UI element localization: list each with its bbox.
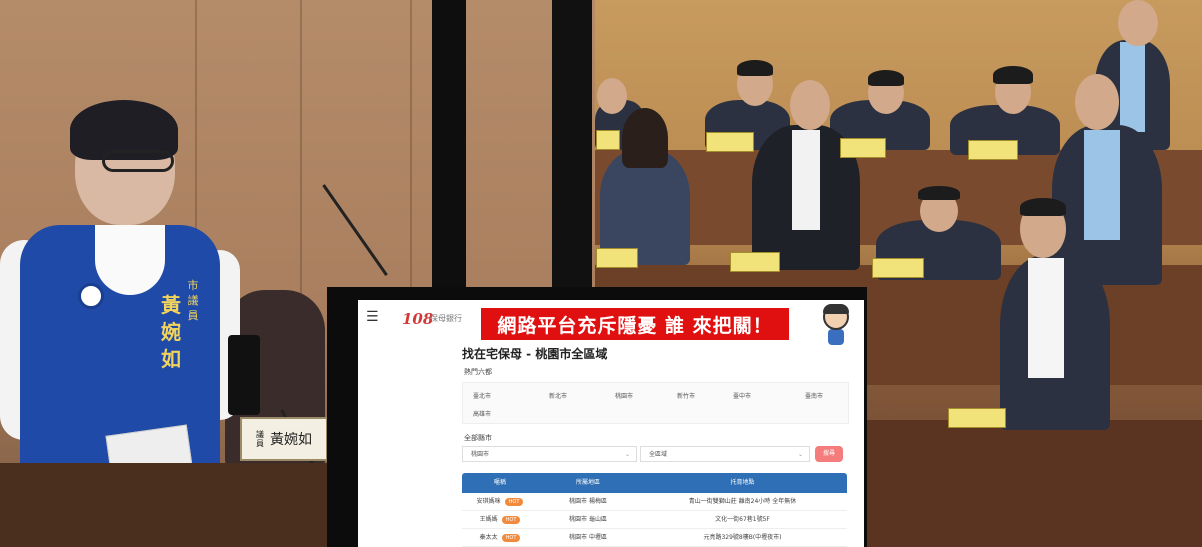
speaker-nameplate: 議員 黃婉如 [240,417,328,461]
desk-placard [730,252,780,272]
city-chip[interactable]: 臺南市 [805,391,823,400]
desk-placard [706,132,754,152]
page-title: 找在宅保母 - 桃園市全區域 [462,347,608,361]
phone-on-tripod [228,335,260,415]
vest-title-text: 市議員 [187,279,199,322]
left-desk [0,463,330,547]
hot-badge: HOT [504,497,524,506]
site-logo-subtitle: 保母銀行 [430,314,462,323]
col-header-nickname: 暱稱 [493,479,506,486]
col-header-region: 所屬地區 [575,479,600,486]
col-header-location: 托育地點 [730,479,755,486]
search-button[interactable]: 搜尋 [815,446,843,462]
camera-stand [552,0,592,290]
black-pillar [432,0,466,290]
chevron-down-icon: ⌄ [797,451,803,458]
city-chip[interactable]: 新竹市 [677,391,695,400]
nameplate-role: 議員 [256,430,264,448]
city-select-value: 桃園市 [471,451,490,458]
desk-placard [840,138,886,158]
all-cities-label: 全部縣市 [464,434,492,442]
speaker-collar [95,225,165,295]
party-emblem-icon [78,283,104,309]
city-chip[interactable]: 高雄市 [473,409,491,418]
row-region: 桃園市 龜山區 [569,516,607,523]
popular-cities-label: 熱門六都 [464,368,492,376]
city-chip[interactable]: 新北市 [549,391,567,400]
inset-website: ☰ 108 保母銀行 網路平台充斥隱憂 誰 來把關！ 找在宅保母 - 桃園市全區… [358,300,864,547]
row-name: 王媽媽 [479,516,498,523]
desk-placard [596,130,620,150]
hot-badge: HOT [501,533,521,542]
desk-placard [596,248,638,268]
row-location: 文化一街67巷1號5F [715,516,770,523]
desk-row-bottom [866,420,1202,547]
nameplate-name: 黃婉如 [270,432,312,448]
city-chip[interactable]: 桃園市 [615,391,633,400]
row-name: 安琪媽咪 [476,498,501,505]
site-logo[interactable]: 108 [402,310,433,328]
district-select-value: 全區域 [649,451,668,458]
nanny-table: 暱稱 所屬地區 托育地點 安琪媽咪 HOT 桃園市 楊梅區 青山一街雙獅山莊 離南… [462,473,847,547]
cartoon-mascot-icon [820,304,852,348]
row-location: 青山一街雙獅山莊 離南24小時 全年無休 [688,498,797,505]
news-caption-banner: 網路平台充斥隱憂 誰 來把關！ [479,306,791,342]
city-chip[interactable]: 臺中市 [733,391,751,400]
row-region: 桃園市 楊梅區 [569,498,607,505]
table-header: 暱稱 所屬地區 托育地點 [462,473,847,493]
hot-badge: HOT [501,515,521,524]
desk-placard [968,140,1018,160]
desk-placard [872,258,924,278]
table-row[interactable]: 王媽媽 HOT 桃園市 龜山區 文化一街67巷1號5F [462,511,847,529]
city-shortcuts: 臺北市 新北市 桃園市 新竹市 臺中市 臺南市 高雄市 [462,382,849,424]
row-region: 桃園市 中壢區 [569,534,607,541]
hamburger-menu-icon[interactable]: ☰ [366,310,380,324]
table-row[interactable]: 安琪媽咪 HOT 桃園市 楊梅區 青山一街雙獅山莊 離南24小時 全年無休 [462,493,847,511]
table-row[interactable]: 秦太太 HOT 桃園市 中壢區 元亮路329號8樓B(中壢夜市) [462,529,847,547]
city-chip[interactable]: 臺北市 [473,391,491,400]
row-name: 秦太太 [479,534,498,541]
video-frame: 黃婉如 市議員 議員 黃婉如 ☰ 108 保母銀行 網路平台充斥隱憂 誰 來把關… [0,0,1202,547]
chevron-down-icon: ⌄ [624,451,630,458]
row-location: 元亮路329號8樓B(中壢夜市) [703,534,782,541]
desk-placard [948,408,1006,428]
city-select[interactable]: 桃園市 ⌄ [462,446,637,462]
district-select[interactable]: 全區域 ⌄ [640,446,810,462]
speaker-glasses [102,150,174,172]
vest-name-text: 黃婉如 [161,293,181,371]
